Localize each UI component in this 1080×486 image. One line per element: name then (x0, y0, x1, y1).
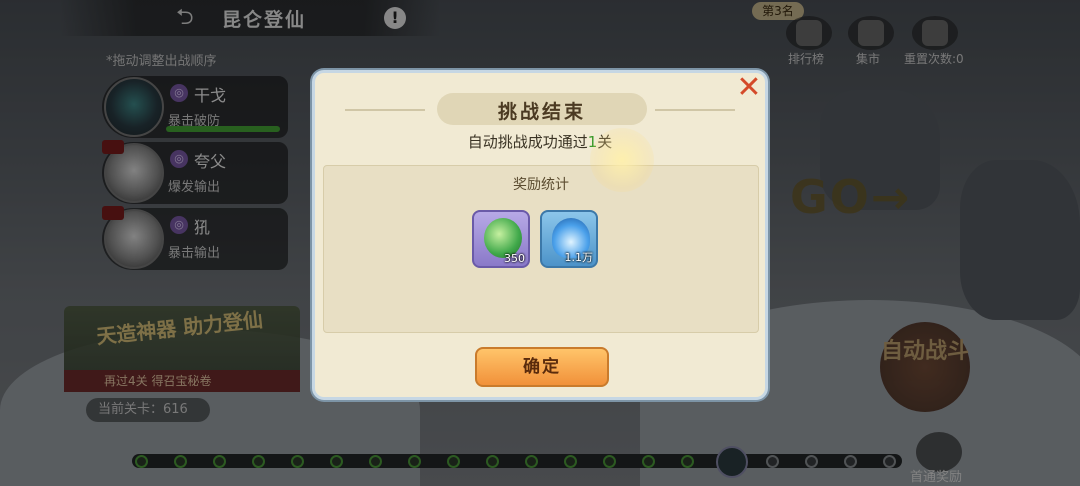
title-decoration (345, 109, 425, 111)
sparkle-glow (590, 128, 654, 192)
dialog-title: 挑战结束 (497, 101, 586, 123)
reward-item-jade[interactable]: 350 (472, 210, 530, 268)
result-summary: 自动挑战成功通过1关 (315, 131, 765, 152)
summary-prefix: 自动挑战成功通过 (467, 133, 588, 151)
rewards-title: 奖励统计 (513, 177, 569, 193)
reward-quantity: 350 (504, 252, 525, 265)
confirm-button[interactable]: 确定 (475, 347, 609, 387)
reward-item-flame[interactable]: 1.1万 (540, 210, 598, 268)
title-decoration (655, 109, 735, 111)
result-dialog: 挑战结束 ✕ 自动挑战成功通过1关 奖励统计 350 1.1万 确定 (312, 70, 768, 400)
reward-quantity: 1.1万 (564, 251, 594, 264)
close-icon[interactable]: ✕ (735, 73, 763, 103)
rewards-panel: 奖励统计 350 1.1万 (323, 165, 759, 333)
